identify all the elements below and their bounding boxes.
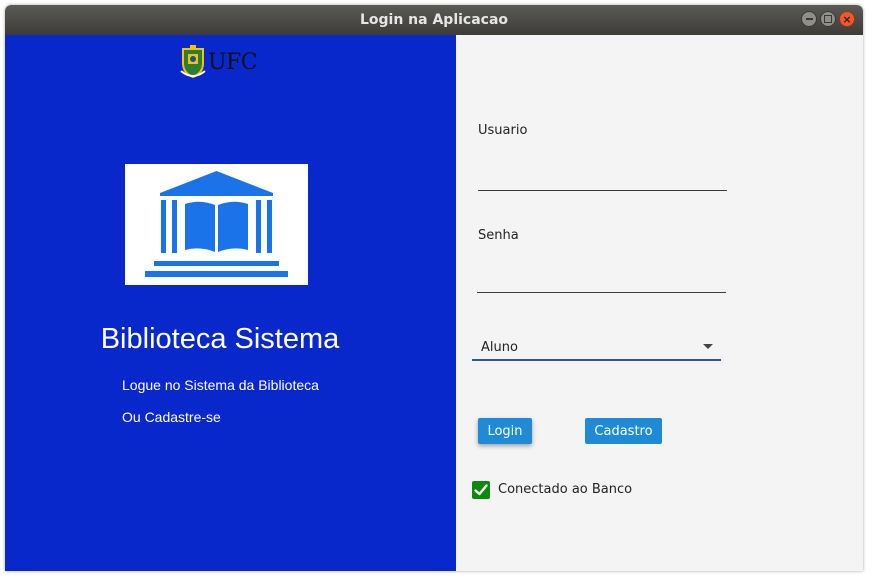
ufc-crest-icon [180,45,206,79]
library-building-icon [145,171,288,277]
window-title: Login na Aplicacao [359,12,509,28]
ufc-text: UFC [208,49,258,75]
senha-input[interactable] [477,262,726,293]
login-subtitle: Logue no Sistema da Biblioteca [122,377,319,393]
login-button[interactable]: Login [478,418,532,444]
library-logo [125,164,308,285]
maximize-button[interactable] [820,11,836,27]
branding-panel: UFC Biblioteca Sistema Logue no Sistema … [5,35,456,571]
usuario-label: Usuario [478,123,528,138]
register-button[interactable]: Cadastro [585,418,662,444]
close-icon: × [842,12,852,26]
db-connected-label: Conectado ao Banco [498,482,633,497]
db-connected-checkbox[interactable] [472,481,490,499]
login-window: Login na Aplicacao × UFC Biblioteca Sist… [5,5,863,571]
usuario-input[interactable] [478,160,727,191]
app-title: Biblioteca Sistema [100,323,340,355]
user-type-select[interactable]: Aluno [472,333,721,361]
maximize-icon [824,15,832,23]
checkmark-icon [474,484,488,496]
minimize-icon [805,18,813,20]
close-button[interactable]: × [839,11,855,27]
chevron-down-icon [703,344,713,349]
user-type-value: Aluno [481,340,518,355]
ufc-logo: UFC [180,45,258,79]
title-bar[interactable]: Login na Aplicacao × [5,5,863,35]
minimize-button[interactable] [801,11,817,27]
senha-label: Senha [478,228,519,243]
login-form-panel: Usuario Senha Aluno Login Cadastro Conec… [456,35,863,571]
register-subtitle: Ou Cadastre-se [122,409,221,425]
